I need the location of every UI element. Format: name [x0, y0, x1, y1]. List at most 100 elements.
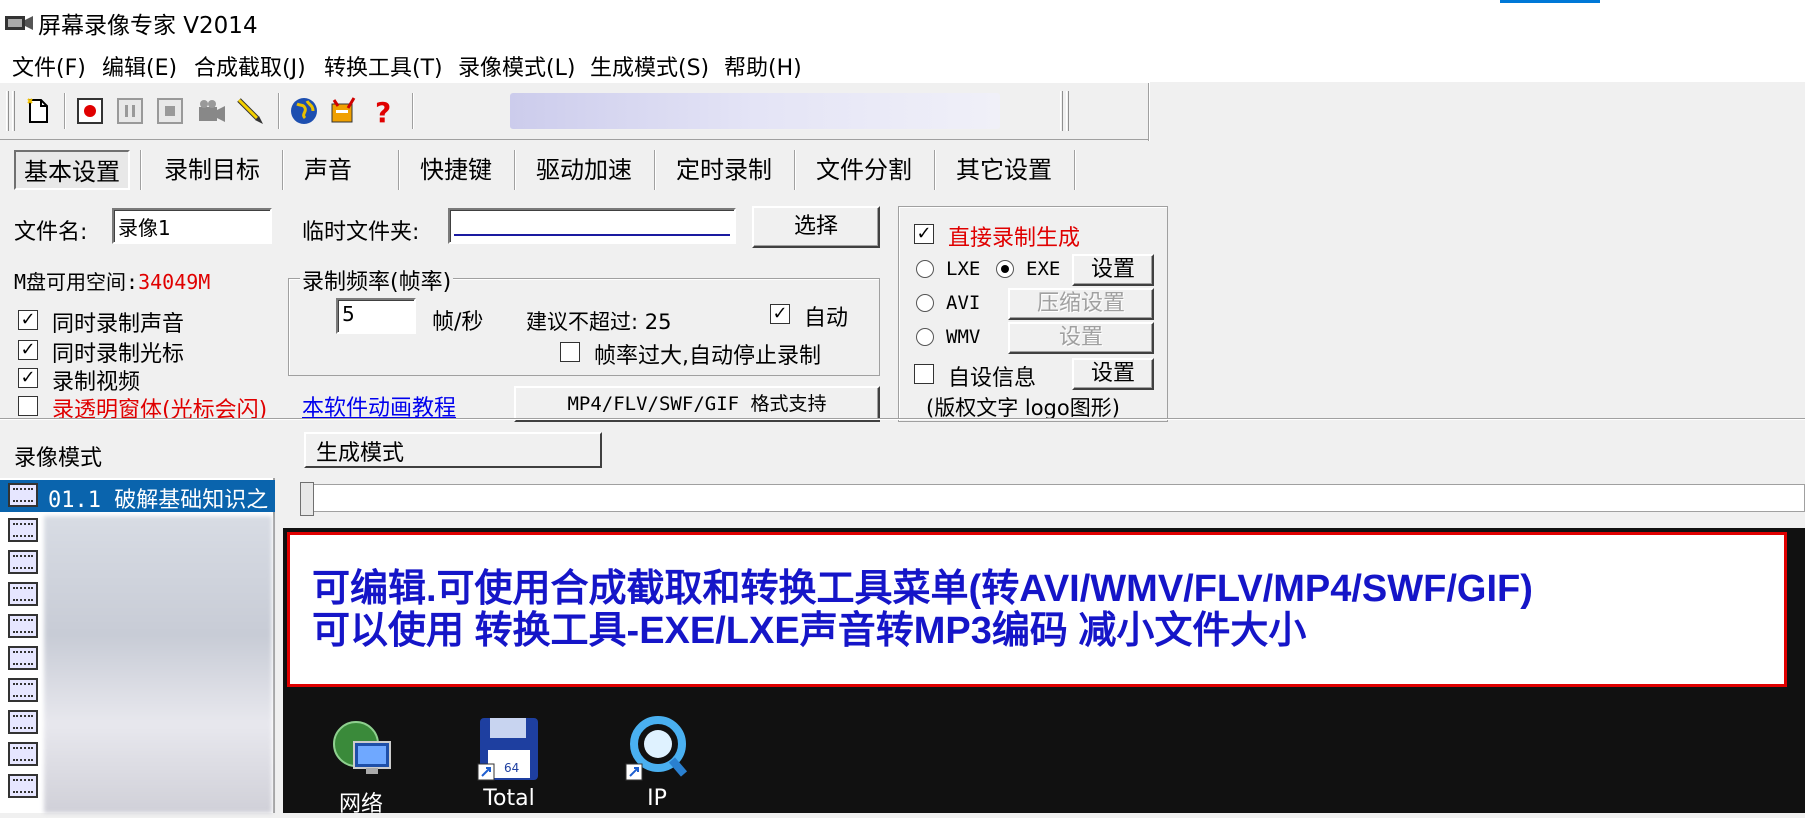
- network-icon: [333, 721, 391, 774]
- new-icon[interactable]: [22, 95, 54, 127]
- avi-radio[interactable]: [916, 294, 934, 312]
- tab-separator: [654, 150, 656, 190]
- record-cursor-checkbox[interactable]: ✓: [18, 340, 38, 360]
- search-app-icon: [625, 716, 688, 781]
- help-icon[interactable]: ?: [368, 95, 400, 127]
- toolbar-grip[interactable]: [12, 91, 15, 131]
- exe-settings-button[interactable]: 设置: [1072, 254, 1154, 286]
- disk-space-label: M盘可用空间:34049M: [14, 266, 210, 295]
- auto-stop-label: 帧率过大,自动停止录制: [594, 344, 821, 369]
- exe-radio[interactable]: [996, 260, 1014, 278]
- film-icon[interactable]: [8, 678, 38, 702]
- record-audio-checkbox[interactable]: ✓: [18, 310, 38, 330]
- tab-separator: [514, 150, 516, 190]
- title-bar: [0, 0, 1805, 42]
- film-icon[interactable]: [8, 518, 38, 542]
- menu-compose[interactable]: 合成截取(J): [194, 50, 306, 82]
- pen-icon[interactable]: [234, 95, 266, 127]
- tab-driver-accel[interactable]: 驱动加速: [528, 150, 640, 190]
- record-icon[interactable]: [74, 95, 106, 127]
- film-icon[interactable]: [8, 614, 38, 638]
- tab-separator: [282, 150, 284, 190]
- auto-framerate-checkbox[interactable]: ✓: [770, 304, 790, 324]
- tab-basic-settings[interactable]: 基本设置: [14, 150, 130, 190]
- app-camera-icon: [5, 16, 33, 30]
- tab-separator: [398, 150, 400, 190]
- tab-separator: [934, 150, 936, 190]
- avi-label: AVI: [946, 292, 981, 314]
- framerate-group-title: 录制频率(帧率): [300, 264, 454, 296]
- globe-icon[interactable]: [288, 95, 320, 127]
- film-icon[interactable]: [8, 550, 38, 574]
- blurred-list-region: [44, 516, 272, 813]
- direct-record-checkbox[interactable]: ✓: [914, 224, 934, 244]
- pause-icon[interactable]: [114, 95, 146, 127]
- svg-text:?: ?: [375, 96, 391, 126]
- custom-info-checkbox[interactable]: [914, 364, 934, 384]
- disk-space-value: 34049M: [138, 270, 211, 294]
- generate-mode-label: 生成模式: [316, 441, 405, 466]
- tab-sound[interactable]: 声音: [296, 150, 360, 190]
- menu-convert[interactable]: 转换工具(T): [324, 50, 443, 82]
- record-mode-label[interactable]: 录像模式: [14, 440, 102, 472]
- desktop-icon-label: 网络: [338, 792, 383, 817]
- menu-help[interactable]: 帮助(H): [724, 50, 802, 82]
- framerate-input[interactable]: 5: [336, 298, 416, 334]
- select-folder-button[interactable]: 选择: [752, 206, 880, 248]
- film-icon[interactable]: [8, 774, 38, 798]
- toolbar-grip[interactable]: [1066, 91, 1069, 131]
- tab-scheduled-record[interactable]: 定时录制: [668, 150, 780, 190]
- auto-framerate-label: 自动: [804, 306, 849, 331]
- panel-divider: [0, 418, 1805, 420]
- lxe-label: LXE: [946, 258, 981, 280]
- wmv-radio[interactable]: [916, 328, 934, 346]
- custom-info-label: 自设信息: [948, 366, 1037, 391]
- custom-info-settings-button[interactable]: 设置: [1072, 358, 1154, 390]
- framerate-suggestion: 建议不超过: 25: [526, 310, 672, 334]
- timeline-slider[interactable]: [300, 484, 1805, 512]
- wmv-settings-button[interactable]: 设置: [1008, 322, 1154, 354]
- toolbar-separator: [278, 93, 280, 129]
- menu-generate-mode[interactable]: 生成模式(S): [590, 50, 709, 82]
- list-item-selected[interactable]: 01.1 破解基础知识之: [0, 480, 275, 512]
- film-icon: [8, 483, 38, 507]
- film-icon[interactable]: [8, 742, 38, 766]
- desktop-icon-label: IP: [647, 786, 667, 811]
- tempdir-label: 临时文件夹:: [302, 220, 420, 245]
- film-icon[interactable]: [8, 582, 38, 606]
- toolbar-grip[interactable]: [1060, 91, 1063, 131]
- toolbar-end: [1148, 83, 1150, 141]
- generate-mode-tab[interactable]: 生成模式: [304, 432, 602, 468]
- record-audio-label: 同时录制声音: [52, 312, 185, 337]
- auto-stop-checkbox[interactable]: [560, 342, 580, 362]
- transparent-window-checkbox[interactable]: [18, 396, 38, 416]
- format-support-button[interactable]: MP4/FLV/SWF/GIF 格式支持: [514, 386, 880, 422]
- menu-record-mode[interactable]: 录像模式(L): [458, 50, 575, 82]
- compress-settings-button[interactable]: 压缩设置: [1008, 288, 1154, 320]
- tempdir-input[interactable]: [448, 208, 736, 244]
- svg-text:64: 64: [504, 761, 519, 775]
- tab-record-target[interactable]: 录制目标: [156, 150, 268, 190]
- filename-input[interactable]: 录像1: [112, 208, 272, 244]
- menu-bar: 文件(F) 编辑(E) 合成截取(J) 转换工具(T) 录像模式(L) 生成模式…: [0, 42, 1805, 82]
- toolbar-grip[interactable]: [6, 91, 9, 131]
- disk-space-caption: M盘可用空间:: [14, 270, 139, 294]
- tab-separator: [794, 150, 796, 190]
- window-title: 屏幕录像专家 V2014: [38, 13, 258, 39]
- stop-icon[interactable]: [154, 95, 186, 127]
- tab-hotkeys[interactable]: 快捷键: [412, 150, 500, 190]
- timeline-slider-thumb[interactable]: [300, 482, 314, 516]
- menu-file[interactable]: 文件(F): [12, 50, 86, 82]
- preview-banner: 可编辑.可使用合成截取和转换工具菜单(转AVI/WMV/FLV/MP4/SWF/…: [287, 532, 1787, 687]
- film-icon[interactable]: [8, 646, 38, 670]
- record-video-checkbox[interactable]: ✓: [18, 368, 38, 388]
- tab-file-split[interactable]: 文件分割: [808, 150, 920, 190]
- film-icon[interactable]: [8, 710, 38, 734]
- lxe-radio[interactable]: [916, 260, 934, 278]
- tab-other-settings[interactable]: 其它设置: [948, 150, 1060, 190]
- menu-edit[interactable]: 编辑(E): [102, 50, 177, 82]
- banner-line-2: 可以使用 转换工具-EXE/LXE声音转MP3编码 减小文件大小: [312, 610, 1307, 652]
- camera-icon[interactable]: [196, 95, 228, 127]
- tools-icon[interactable]: [328, 95, 360, 127]
- filename-label: 文件名:: [14, 220, 88, 245]
